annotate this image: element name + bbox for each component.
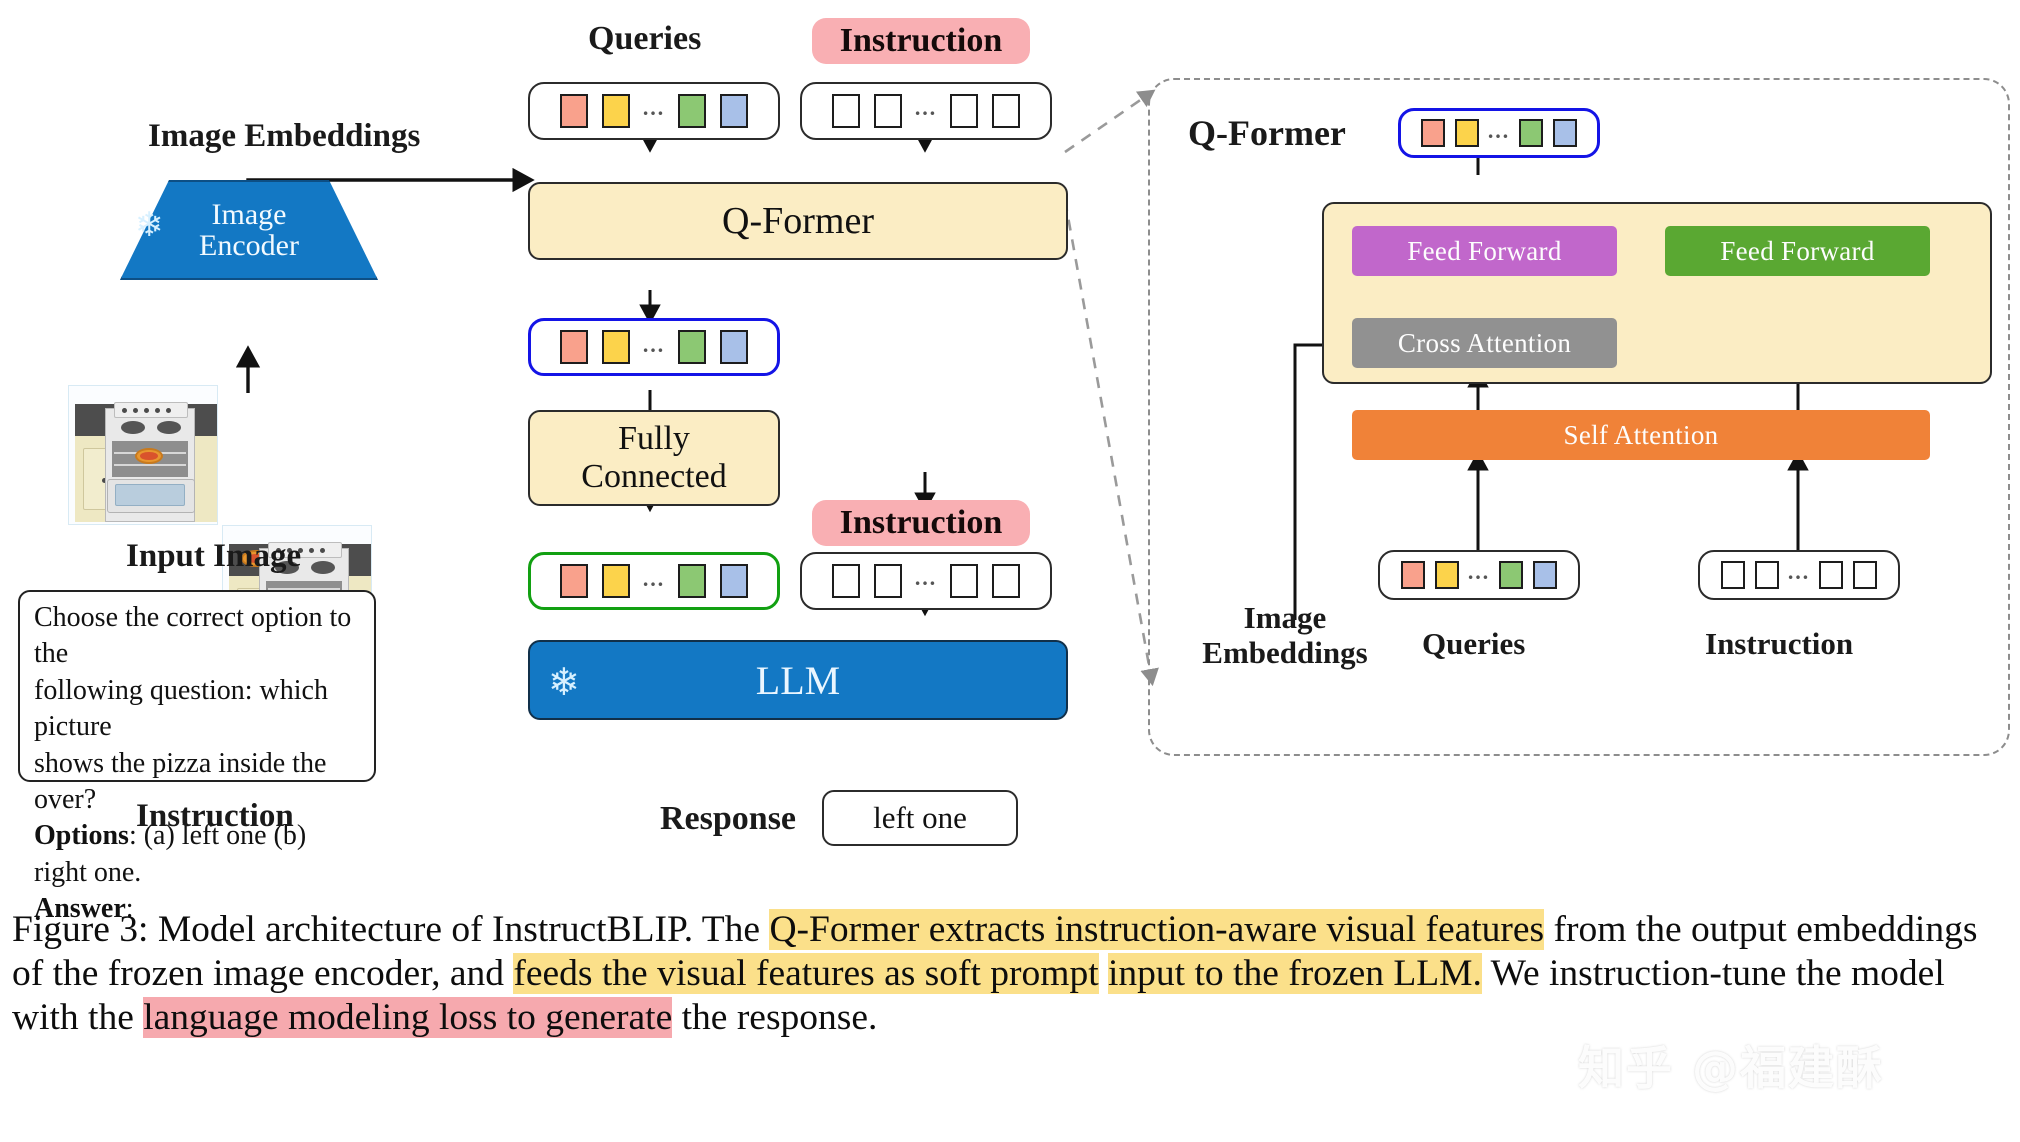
qformer-output-token-strip[interactable]: …: [528, 318, 780, 376]
ellipsis-icon: …: [642, 332, 666, 357]
figure-caption: Figure 3: Model architecture of Instruct…: [12, 908, 2012, 1040]
q-former-block[interactable]: Q-Former: [528, 182, 1068, 260]
cross-attention-label: Cross Attention: [1397, 327, 1572, 358]
caption-seg-1: Figure 3: Model architecture of Instruct…: [12, 909, 770, 950]
soft-prompt-token-2: [602, 564, 630, 598]
image-encoder-label-line1: Image: [211, 197, 287, 231]
detail-output-token-strip[interactable]: …: [1398, 108, 1600, 158]
instruction-token-3: [950, 94, 978, 128]
cross-attention-block[interactable]: Cross Attention: [1352, 318, 1617, 368]
detail-instruction-token-strip[interactable]: …: [1698, 550, 1900, 600]
llm-label: LLM: [755, 657, 841, 703]
detail-queries-token-strip[interactable]: …: [1378, 550, 1580, 600]
feed-forward-right-label: Feed Forward: [1720, 235, 1875, 266]
output-token-2: [1455, 119, 1479, 147]
query-token-4: [720, 94, 748, 128]
feed-forward-left-label: Feed Forward: [1407, 235, 1562, 266]
snowflake-icon: ❄: [548, 662, 580, 704]
snowflake-icon: ❄: [135, 207, 164, 244]
query-token-2: [1435, 561, 1459, 589]
ellipsis-icon: …: [1787, 559, 1811, 584]
response-value: left one: [873, 800, 967, 835]
llm-block[interactable]: LLM: [528, 640, 1068, 720]
instruction-badge-top: Instruction: [812, 18, 1030, 64]
output-token-3: [678, 330, 706, 364]
q-former-detail-title: Q-Former: [1188, 113, 1346, 153]
instruction-token-strip-top[interactable]: …: [800, 82, 1052, 140]
fully-connected-line1: Fully: [618, 419, 690, 457]
caption-highlight-2: feeds the visual features as soft prompt: [513, 953, 1099, 995]
instruction-badge-mid: Instruction: [812, 500, 1030, 546]
instruction-token-4: [1853, 561, 1877, 589]
instruction-token-3: [1819, 561, 1843, 589]
instruction-token-2: [874, 564, 902, 598]
instruction-token-4: [992, 94, 1020, 128]
instruction-token-1: [832, 94, 860, 128]
input-image-left[interactable]: [68, 385, 218, 525]
caption-highlight-4: language modeling loss to generate: [143, 997, 673, 1039]
ellipsis-icon: …: [914, 95, 938, 120]
query-token-4: [1533, 561, 1557, 589]
prompt-line-1: Choose the correct option to the: [34, 602, 352, 670]
detail-image-embeddings-line2: Embeddings: [1202, 635, 1368, 671]
ellipsis-icon: …: [1487, 118, 1511, 143]
fully-connected-line2: Connected: [581, 458, 727, 495]
output-token-3: [1519, 119, 1543, 147]
image-encoder-label-line2: Encoder: [199, 229, 299, 262]
query-token-1: [560, 94, 588, 128]
query-token-1: [1401, 561, 1425, 589]
soft-prompt-token-3: [678, 564, 706, 598]
fully-connected-block[interactable]: Fully Connected: [528, 410, 780, 506]
output-token-4: [1553, 119, 1577, 147]
query-token-2: [602, 94, 630, 128]
output-token-2: [602, 330, 630, 364]
instruction-token-2: [874, 94, 902, 128]
image-embeddings-label: Image Embeddings: [148, 118, 421, 154]
caption-highlight-1: Q-Former extracts instruction-aware visu…: [769, 909, 1545, 950]
ellipsis-icon: …: [642, 95, 666, 120]
self-attention-block[interactable]: Self Attention: [1352, 410, 1930, 460]
feed-forward-right-block[interactable]: Feed Forward: [1665, 226, 1930, 276]
zhihu-watermark: 知乎 @福建酥: [1578, 1041, 1885, 1095]
detail-image-embeddings-label: Image Embeddings: [1185, 600, 1385, 671]
prompt-line-2: following question: which picture: [34, 674, 328, 743]
instruction-prompt-box[interactable]: Choose the correct option to the followi…: [18, 590, 376, 924]
ellipsis-icon: …: [1467, 559, 1491, 584]
detail-queries-label: Queries: [1422, 626, 1526, 661]
self-attention-label: Self Attention: [1563, 419, 1719, 450]
caption-seg-4: the response.: [681, 997, 878, 1039]
detail-instruction-label: Instruction: [1705, 626, 1854, 661]
output-token-4: [720, 330, 748, 364]
queries-token-strip-top[interactable]: …: [528, 82, 780, 140]
instruction-token-1: [832, 564, 860, 598]
input-image-label: Input Image: [126, 538, 302, 574]
detail-image-embeddings-line1: Image: [1243, 600, 1327, 635]
queries-label-top: Queries: [588, 20, 702, 57]
instruction-token-1: [1721, 561, 1745, 589]
instruction-token-strip-mid[interactable]: …: [800, 552, 1052, 610]
instruction-token-4: [992, 564, 1020, 598]
output-token-1: [1421, 119, 1445, 147]
response-value-box[interactable]: left one: [822, 790, 1018, 846]
q-former-label: Q-Former: [722, 200, 874, 242]
query-token-3: [678, 94, 706, 128]
query-token-3: [1499, 561, 1523, 589]
caption-highlight-3: input to the frozen LLM.: [1108, 953, 1482, 995]
instruction-caption-label: Instruction: [136, 798, 294, 834]
ellipsis-icon: …: [914, 565, 938, 590]
output-token-1: [560, 330, 588, 364]
feed-forward-left-block[interactable]: Feed Forward: [1352, 226, 1617, 276]
instruction-token-2: [1755, 561, 1779, 589]
soft-prompt-token-strip[interactable]: …: [528, 552, 780, 610]
soft-prompt-token-1: [560, 564, 588, 598]
response-label: Response: [660, 800, 797, 837]
ellipsis-icon: …: [642, 566, 666, 591]
prompt-options-key: Options: [34, 820, 129, 852]
soft-prompt-token-4: [720, 564, 748, 598]
instruction-token-3: [950, 564, 978, 598]
